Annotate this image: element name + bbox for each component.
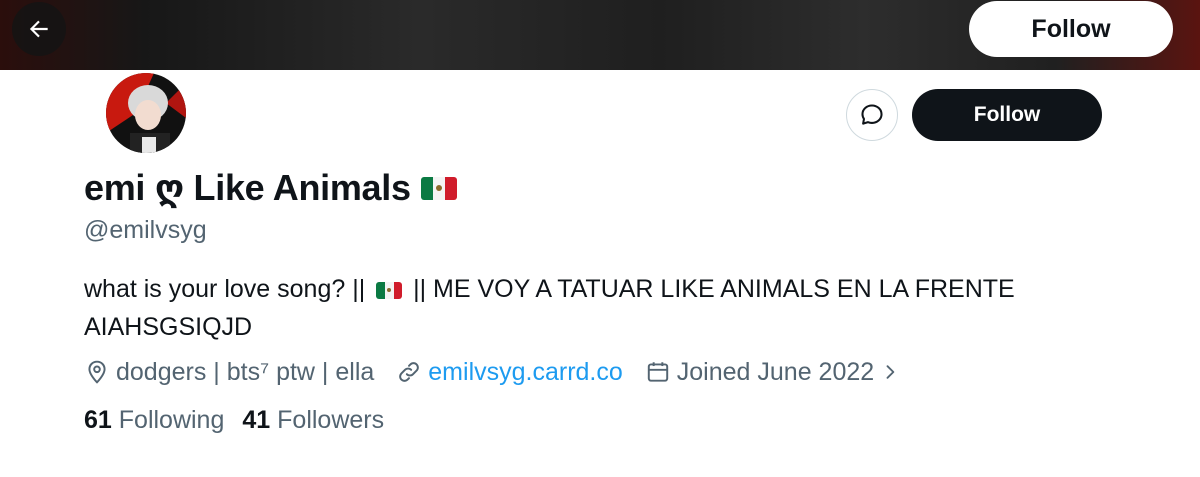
- follow-counts: 61 Following 41 Followers: [84, 406, 384, 435]
- mexico-flag-icon: [376, 281, 403, 299]
- location-text: dodgers | bts⁷ ptw | ella: [116, 357, 375, 386]
- following-count: 61: [84, 406, 112, 434]
- following-link[interactable]: 61 Following: [84, 406, 224, 435]
- display-name: emi ღ Like Animals: [84, 167, 411, 208]
- avatar-image: [106, 73, 186, 153]
- joined-text: Joined June 2022: [676, 357, 875, 386]
- bio-text-1: what is your love song? ||: [84, 275, 366, 303]
- message-button[interactable]: [846, 89, 898, 141]
- follow-button[interactable]: Follow: [912, 89, 1102, 141]
- chevron-right-icon[interactable]: [880, 362, 900, 382]
- profile-meta: dodgers | bts⁷ ptw | ella emilvsyg.carrd…: [84, 354, 922, 390]
- profile-banner: Follow: [0, 0, 1200, 70]
- user-handle: @emilvsyg: [84, 216, 207, 244]
- back-button[interactable]: [12, 2, 66, 56]
- followers-label: Followers: [277, 406, 385, 434]
- link-icon: [399, 362, 420, 382]
- header-follow-button[interactable]: Follow: [969, 1, 1173, 57]
- display-name-row: emi ღ Like Animals: [84, 166, 457, 210]
- followers-link[interactable]: 41 Followers: [242, 406, 384, 435]
- following-label: Following: [118, 406, 225, 434]
- message-icon: [861, 104, 883, 125]
- arrow-left-icon: [29, 20, 48, 38]
- joined-item[interactable]: Joined June 2022: [645, 358, 900, 387]
- location-item: dodgers | bts⁷ ptw | ella: [84, 358, 374, 387]
- website-link[interactable]: emilvsyg.carrd.co: [428, 358, 623, 387]
- followers-count: 41: [242, 406, 271, 434]
- calendar-icon: [647, 362, 668, 382]
- mexico-flag-icon: [420, 176, 457, 200]
- profile-tabs: [0, 466, 1200, 477]
- avatar[interactable]: [103, 70, 195, 162]
- location-pin-icon: [88, 360, 106, 384]
- website-item[interactable]: emilvsyg.carrd.co: [396, 358, 623, 387]
- profile-bio: what is your love song? || || ME VOY A T…: [84, 270, 1164, 346]
